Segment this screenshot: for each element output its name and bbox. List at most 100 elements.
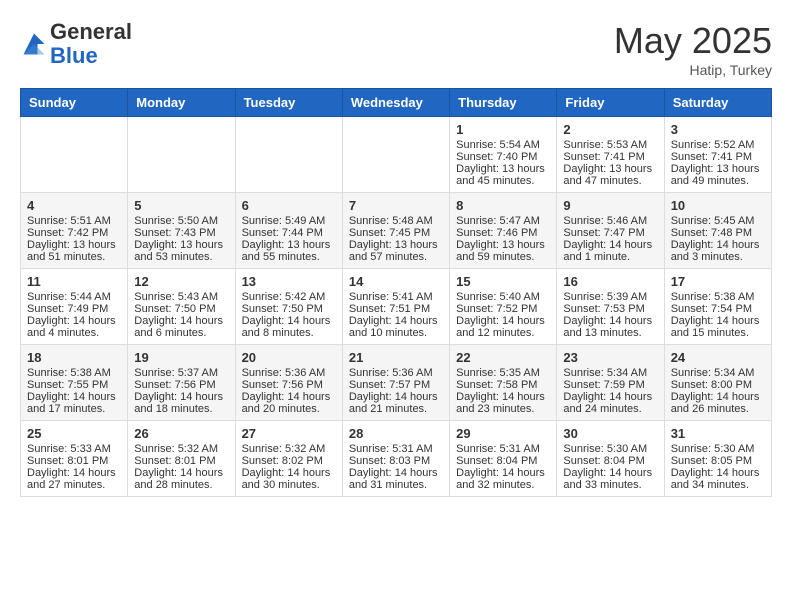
- sunset-time: Sunset: 7:40 PM: [456, 151, 537, 163]
- calendar-day-cell: 18Sunrise: 5:38 AMSunset: 7:55 PMDayligh…: [21, 345, 128, 421]
- calendar-week-row: 25 Sunrise: 5:33 AM Sunset: 8:01 PM Dayligh…: [21, 421, 772, 497]
- calendar-day-cell: [342, 117, 449, 193]
- calendar-table: SundayMondayTuesdayWednesdayThursdayFrid…: [20, 88, 772, 497]
- sunrise-time: Sunrise: 5:36 AM: [349, 367, 433, 379]
- calendar-day-cell: 13Sunrise: 5:42 AMSunset: 7:50 PMDayligh…: [235, 269, 342, 345]
- sunrise-time: Sunrise: 5:45 AM: [671, 215, 755, 227]
- calendar-day-cell: 27Sunrise: 5:32 AMSunset: 8:02 PMDayligh…: [235, 421, 342, 497]
- sunset-time: Sunset: 7:41 PM: [671, 151, 752, 163]
- sunset-time: Sunset: 7:48 PM: [671, 227, 752, 239]
- daylight-hours: Daylight: 14 hours and 12 minutes.: [456, 315, 545, 339]
- day-number: 30: [563, 426, 657, 441]
- calendar-week-row: 1Sunrise: 5:54 AMSunset: 7:40 PMDaylight…: [21, 117, 772, 193]
- sunrise-time: Sunrise: 5:36 AM: [242, 367, 326, 379]
- sunrise-time: Sunrise: 5:37 AM: [134, 367, 218, 379]
- day-number: 24: [671, 350, 765, 365]
- day-number: 22: [456, 350, 550, 365]
- page-header: General Blue May 2025 Hatip, Turkey: [20, 20, 772, 78]
- sunset-time: Sunset: 7:56 PM: [242, 379, 323, 391]
- day-number: 16: [563, 274, 657, 289]
- day-number: 23: [563, 350, 657, 365]
- day-number: 21: [349, 350, 443, 365]
- calendar-day-cell: 24Sunrise: 5:34 AMSunset: 8:00 PMDayligh…: [664, 345, 771, 421]
- calendar-day-cell: 1Sunrise: 5:54 AMSunset: 7:40 PMDaylight…: [450, 117, 557, 193]
- sunrise-time: Sunrise: 5:39 AM: [563, 291, 647, 303]
- daylight-hours: Daylight: 13 hours and 45 minutes.: [456, 163, 545, 187]
- day-number: 5: [134, 198, 228, 213]
- sunrise-time: Sunrise: 5:40 AM: [456, 291, 540, 303]
- sunrise-time: Sunrise: 5:50 AM: [134, 215, 218, 227]
- sunrise-time: Sunrise: 5:51 AM: [27, 215, 111, 227]
- sunrise-time: Sunrise: 5:54 AM: [456, 139, 540, 151]
- daylight-hours: Daylight: 13 hours and 59 minutes.: [456, 239, 545, 263]
- day-number: 14: [349, 274, 443, 289]
- day-number: 25: [27, 426, 121, 441]
- logo-icon: [20, 30, 48, 58]
- sunset-time: Sunset: 7:47 PM: [563, 227, 644, 239]
- sunrise-time: Sunrise: 5:32 AM: [242, 443, 326, 455]
- sunrise-time: Sunrise: 5:49 AM: [242, 215, 326, 227]
- calendar-day-cell: 11Sunrise: 5:44 AMSunset: 7:49 PMDayligh…: [21, 269, 128, 345]
- sunset-time: Sunset: 7:46 PM: [456, 227, 537, 239]
- daylight-hours: Daylight: 14 hours and 3 minutes.: [671, 239, 760, 263]
- sunset-time: Sunset: 8:04 PM: [456, 455, 537, 467]
- sunset-time: Sunset: 8:05 PM: [671, 455, 752, 467]
- day-number: 26: [134, 426, 228, 441]
- calendar-day-cell: 28Sunrise: 5:31 AMSunset: 8:03 PMDayligh…: [342, 421, 449, 497]
- sunrise-time: Sunrise: 5:38 AM: [671, 291, 755, 303]
- sunset-time: Sunset: 8:01 PM: [134, 455, 215, 467]
- daylight-hours: Daylight: 14 hours and 6 minutes.: [134, 315, 223, 339]
- sunrise-time: Sunrise: 5:43 AM: [134, 291, 218, 303]
- location-subtitle: Hatip, Turkey: [614, 62, 772, 78]
- sunrise-time: Sunrise: 5:34 AM: [563, 367, 647, 379]
- day-number: 13: [242, 274, 336, 289]
- sunrise-time: Sunrise: 5:32 AM: [134, 443, 218, 455]
- daylight-hours: Daylight: 14 hours and 23 minutes.: [456, 391, 545, 415]
- daylight-hours: Daylight: 14 hours and 13 minutes.: [563, 315, 652, 339]
- day-number: 20: [242, 350, 336, 365]
- sunrise-time: Sunrise: 5:33 AM: [27, 443, 111, 455]
- sunrise-time: Sunrise: 5:41 AM: [349, 291, 433, 303]
- day-number: 9: [563, 198, 657, 213]
- calendar-day-cell: 30Sunrise: 5:30 AMSunset: 8:04 PMDayligh…: [557, 421, 664, 497]
- calendar-day-cell: 7Sunrise: 5:48 AMSunset: 7:45 PMDaylight…: [342, 193, 449, 269]
- sunset-time: Sunset: 7:51 PM: [349, 303, 430, 315]
- calendar-day-cell: 10 Sunrise: 5:45 AMSunset: 7:48 PMDayligh…: [664, 193, 771, 269]
- daylight-hours: Daylight: 14 hours and 20 minutes.: [242, 391, 331, 415]
- day-number: 10: [671, 198, 765, 213]
- sunset-time: Sunset: 7:58 PM: [456, 379, 537, 391]
- sunset-time: Sunset: 7:50 PM: [134, 303, 215, 315]
- calendar-day-cell: 25Sunrise: 5:33 AMSunset: 8:01 PMDayligh…: [21, 421, 128, 497]
- calendar-day-cell: 14Sunrise: 5:41 AMSunset: 7:51 PMDayligh…: [342, 269, 449, 345]
- daylight-hours: Daylight: 14 hours and 18 minutes.: [134, 391, 223, 415]
- daylight-hours: Daylight: 14 hours and 34 minutes.: [671, 467, 760, 491]
- calendar-day-cell: 9Sunrise: 5:46 AMSunset: 7:47 PMDaylight…: [557, 193, 664, 269]
- sunrise-time: Sunrise: 5:46 AM: [563, 215, 647, 227]
- daylight-hours: Daylight: 13 hours and 47 minutes.: [563, 163, 652, 187]
- day-number: 29: [456, 426, 550, 441]
- calendar-day-cell: 15Sunrise: 5:40 AMSunset: 7:52 PMDayligh…: [450, 269, 557, 345]
- calendar-day-cell: 21Sunrise: 5:36 AMSunset: 7:57 PMDayligh…: [342, 345, 449, 421]
- logo: General Blue: [20, 20, 132, 68]
- sunrise-time: Sunrise: 5:44 AM: [27, 291, 111, 303]
- daylight-hours: Daylight: 13 hours and 55 minutes.: [242, 239, 331, 263]
- sunrise-time: Sunrise: 5:53 AM: [563, 139, 647, 151]
- logo-general-text: General: [50, 19, 132, 44]
- day-number: 3: [671, 122, 765, 137]
- day-number: 17: [671, 274, 765, 289]
- calendar-day-cell: 31Sunrise: 5:30 AMSunset: 8:05 PMDayligh…: [664, 421, 771, 497]
- calendar-day-cell: 16Sunrise: 5:39 AMSunset: 7:53 PMDayligh…: [557, 269, 664, 345]
- daylight-hours: Daylight: 14 hours and 8 minutes.: [242, 315, 331, 339]
- sunrise-time: Sunrise: 5:31 AM: [349, 443, 433, 455]
- weekday-header-wednesday: Wednesday: [342, 89, 449, 117]
- daylight-hours: Daylight: 13 hours and 57 minutes.: [349, 239, 438, 263]
- calendar-day-cell: 29Sunrise: 5:31 AMSunset: 8:04 PMDayligh…: [450, 421, 557, 497]
- weekday-header-row: SundayMondayTuesdayWednesdayThursdayFrid…: [21, 89, 772, 117]
- title-block: May 2025 Hatip, Turkey: [614, 20, 772, 78]
- daylight-hours: Daylight: 14 hours and 31 minutes.: [349, 467, 438, 491]
- sunset-time: Sunset: 7:41 PM: [563, 151, 644, 163]
- sunset-time: Sunset: 7:56 PM: [134, 379, 215, 391]
- sunset-time: Sunset: 7:45 PM: [349, 227, 430, 239]
- day-number: 4: [27, 198, 121, 213]
- daylight-hours: Daylight: 14 hours and 15 minutes.: [671, 315, 760, 339]
